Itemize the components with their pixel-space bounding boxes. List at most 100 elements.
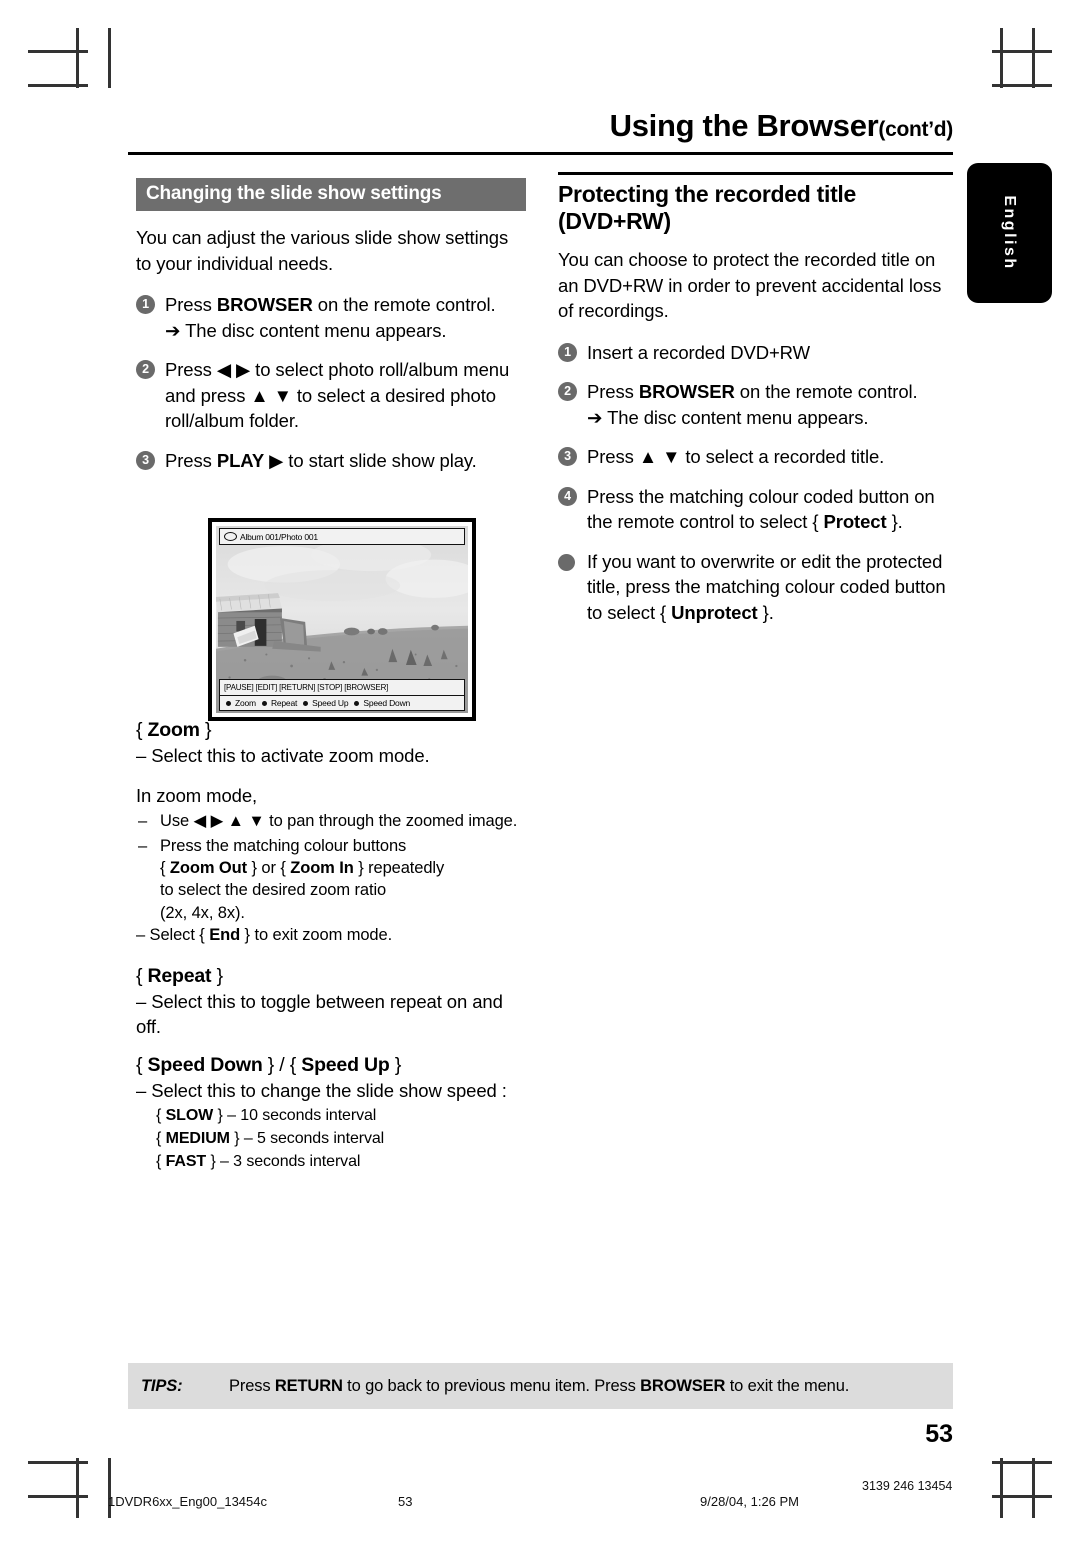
tips-pre: Press [229,1376,275,1395]
tips-text: Press RETURN to go back to previous menu… [229,1377,849,1396]
brace-open: { [136,1053,148,1076]
crop-mark-bl-h2 [28,1461,88,1464]
osd-button-speed-down[interactable]: Speed Down [348,698,410,708]
step-keyword-play: PLAY [216,449,265,471]
osd-button-hints: [PAUSE] [EDIT] [RETURN] [STOP] [BROWSER] [220,680,464,696]
osd-button-speed-up-label: Speed Up [312,698,349,708]
osd-colour-buttons: Zoom Repeat Speed Up Speed Down [220,696,464,710]
title-divider [128,152,953,155]
zoom-item-end: – Select { End } to exit zoom mode. [136,924,526,946]
protect-step-3-text: Press ▲ ▼ to select a recorded title. [587,446,885,468]
zoom-ratio-line-a: { Zoom Out } or { Zoom In } repeatedly [136,857,526,879]
bullet-dot-icon [558,553,575,571]
speed-label-medium: MEDIUM [165,1130,230,1148]
crop-mark-tl-h [28,50,88,53]
zoom-item-colour-text: Press the matching colour buttons [160,836,407,855]
step-keyword-browser: BROWSER [216,294,313,316]
osd-button-bar: [PAUSE] [EDIT] [RETURN] [STOP] [BROWSER]… [219,679,465,711]
print-footer-code: 3139 246 13454 [862,1479,953,1493]
page-number: 53 [925,1420,953,1448]
tips-bar: TIPS: Press RETURN to go back to previou… [128,1363,953,1409]
right-heading-protect: Protecting the recorded title (DVD+RW) [558,181,953,235]
brace-close: } [211,964,224,987]
osd-button-zoom-label: Zoom [235,698,256,708]
step-number-badge: 2 [136,360,155,380]
option-label-protect: Protect [823,511,887,533]
step-2-text: Press ◀ ▶ to select photo roll/album men… [165,359,510,432]
zoom-ratio-line-c: (2x, 4x, 8x). [160,903,245,922]
option-label-repeat: Repeat [147,964,212,987]
osd-button-repeat-label: Repeat [270,698,298,708]
option-label-zoom-out: Zoom Out [169,859,248,878]
right-heading-line-2: (DVD+RW) [558,208,671,235]
brace-open: { [136,964,148,987]
tips-keyword-browser: BROWSER [640,1376,726,1395]
speed-interval-medium: { MEDIUM } – 5 seconds interval [156,1128,526,1150]
right-column: Protecting the recorded title (DVD+RW) Y… [558,172,953,639]
osd-button-zoom[interactable]: Zoom [220,698,256,708]
zoom-item-pan-text: Use ◀ ▶ ▲ ▼ to pan through the zoomed im… [160,812,518,831]
protect-intro: You can choose to protect the recorded t… [558,249,942,322]
option-speed-description: – Select this to change the slide show s… [136,1079,507,1101]
option-label-zoom-in: Zoom In [290,859,354,878]
brace-close: } repeatedly [353,859,445,878]
crop-mark-tl-v2 [108,28,111,88]
crop-mark-tr-v [1000,28,1003,88]
brace-open: { [156,1107,166,1125]
dash-marker: – [138,836,148,855]
crop-mark-bl-h [28,1495,88,1498]
osd-button-speed-up[interactable]: Speed Up [297,698,349,708]
right-heading-line-1: Protecting the recorded title [558,181,857,207]
osd-button-speed-down-label: Speed Down [363,698,411,708]
option-label-speed-down: Speed Down [147,1053,263,1076]
brace-open: { [160,859,170,878]
page-title-contd: (cont’d) [878,118,953,141]
step-number-badge: 4 [558,486,577,506]
crop-mark-tr-v2 [1032,28,1035,88]
brace-close: } [389,1053,402,1076]
crop-mark-br-v2 [1032,1458,1035,1518]
crop-mark-tl-v [76,28,79,88]
speed-value-medium: } – 5 seconds interval [229,1130,385,1148]
speed-value-fast: } – 3 seconds interval [206,1153,361,1171]
option-repeat-description: – Select this to toggle between repeat o… [136,990,503,1038]
step-text-pre: Press [165,449,217,471]
brace-open: { [156,1153,166,1171]
tips-mid: to go back to previous menu item. Press [342,1376,641,1395]
brace-open: { [156,1130,166,1148]
speed-label-slow: SLOW [165,1107,214,1125]
step-1-result: ➔ The disc content menu appears. [165,319,447,341]
print-footer-page: 53 [398,1494,413,1509]
step-number-badge: 3 [558,447,577,467]
colour-dot-icon [261,700,267,706]
speed-value-slow: } – 10 seconds interval [213,1107,377,1125]
disc-icon [224,532,237,541]
step-text-tail: ▶ to start slide show play. [264,449,477,471]
step-keyword-browser: BROWSER [638,381,735,403]
zoom-mode-label: In zoom mode, [136,784,258,806]
osd-button-repeat[interactable]: Repeat [256,698,297,708]
tv-screen-area: Album 001/Photo 001 [PAUSE] [EDIT] [RETU… [216,526,468,713]
tips-label: TIPS: [141,1376,183,1395]
option-label-end: End [209,926,241,945]
page-title-main: Using the Browser [609,108,879,143]
step-text-pre: Press [165,294,217,316]
zoom-item-colour-buttons: – Press the matching colour buttons [136,835,526,857]
speed-interval-slow: { SLOW } – 10 seconds interval [156,1105,526,1127]
colour-dot-icon [303,700,309,706]
protect-step-bullet: If you want to overwrite or edit the pro… [558,549,953,626]
protect-step-1-text: Insert a recorded DVD+RW [587,341,810,363]
protect-step-3: 3 Press ▲ ▼ to select a recorded title. [558,444,953,470]
protect-step-1: 1 Insert a recorded DVD+RW [558,340,953,366]
dash-marker: – [138,812,148,831]
step-1-browser: 1 Press BROWSER on the remote control. ➔… [136,292,526,343]
option-heading-speed: { Speed Down } / { Speed Up } [136,1054,526,1077]
osd-title-bar: Album 001/Photo 001 [219,528,465,545]
zoom-end-pre: – Select { [136,926,210,945]
osd-title-text: Album 001/Photo 001 [240,531,318,542]
option-heading-zoom: { Zoom } [136,719,526,742]
language-tab-label: English [1001,195,1019,271]
zoom-item-pan: – Use ◀ ▶ ▲ ▼ to pan through the zoomed … [136,810,526,832]
slide-show-intro: You can adjust the various slide show se… [136,227,509,274]
crop-mark-tr-h2 [992,84,1052,87]
